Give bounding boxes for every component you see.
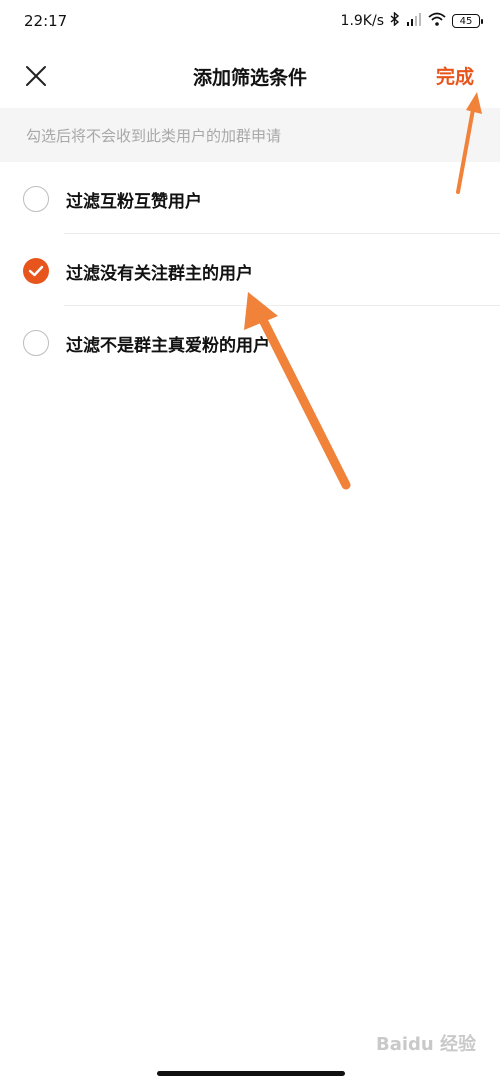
nav-header: 添加筛选条件 完成 (0, 44, 500, 108)
option-label: 过滤没有关注群主的用户 (66, 264, 253, 284)
signal-icon (406, 12, 422, 30)
status-indicators: 1.9K/s 45 (340, 11, 483, 30)
radio-unchecked-icon[interactable] (23, 186, 49, 212)
radio-checked-icon[interactable] (23, 258, 49, 284)
home-indicator[interactable] (157, 1071, 345, 1076)
page-title: 添加筛选条件 (192, 67, 307, 89)
filter-option-not-true-fan[interactable]: 过滤不是群主真爱粉的用户 (0, 306, 500, 378)
net-speed: 1.9K/s (340, 13, 384, 29)
status-time: 22:17 (24, 12, 68, 30)
hint-text: 勾选后将不会收到此类用户的加群申请 (26, 127, 282, 145)
filter-option-not-following-owner[interactable]: 过滤没有关注群主的用户 (0, 234, 500, 306)
radio-unchecked-icon[interactable] (23, 330, 49, 356)
filter-option-mutual-fans[interactable]: 过滤互粉互赞用户 (0, 162, 500, 234)
bluetooth-icon (390, 11, 400, 30)
battery-icon: 45 (452, 14, 483, 28)
done-button[interactable]: 完成 (436, 62, 474, 89)
watermark: Baidu 经验 (375, 1034, 476, 1055)
hint-bar: 勾选后将不会收到此类用户的加群申请 (0, 108, 500, 162)
option-label: 过滤互粉互赞用户 (66, 192, 202, 212)
option-label: 过滤不是群主真爱粉的用户 (66, 336, 270, 356)
wifi-icon (428, 12, 446, 30)
status-bar: 22:17 1.9K/s 45 (0, 0, 500, 44)
